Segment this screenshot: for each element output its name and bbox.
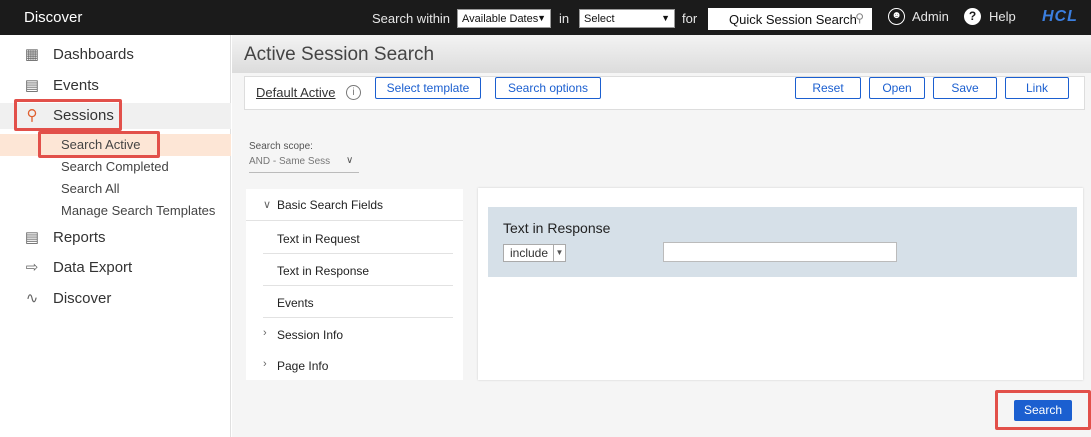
- criteria-value-input[interactable]: [663, 242, 897, 262]
- operator-select[interactable]: include ▼: [503, 244, 566, 262]
- field-events[interactable]: Events: [246, 286, 463, 317]
- sidebar-item-label: Discover: [53, 290, 112, 307]
- chevron-down-icon: ▼: [661, 13, 670, 23]
- sidebar-subitem-manage-templates[interactable]: Manage Search Templates: [0, 200, 231, 222]
- admin-link[interactable]: Admin: [912, 9, 949, 24]
- field-label: Text in Response: [277, 264, 370, 278]
- field-label: Text in Request: [277, 232, 360, 246]
- sidebar: ▦ Dashboards ▤ Events ⚲ Sessions Search …: [0, 35, 231, 437]
- subitem-label: Search All: [61, 181, 120, 196]
- report-icon: ▤: [24, 229, 40, 246]
- search-scope-value: AND - Same Sess: [249, 156, 331, 167]
- search-fields-panel: ∨ Basic Search Fields Text in Request Te…: [246, 189, 463, 380]
- discover-icon: ∿: [25, 290, 39, 307]
- field-group-label: Session Info: [277, 328, 344, 342]
- select-template-button[interactable]: Select template: [375, 77, 481, 99]
- link-button[interactable]: Link: [1005, 77, 1069, 99]
- info-icon[interactable]: i: [346, 85, 361, 100]
- open-button[interactable]: Open: [869, 77, 925, 99]
- in-select-value: Select: [584, 13, 615, 25]
- sidebar-item-label: Reports: [53, 229, 106, 246]
- sessions-highlight: [14, 99, 122, 131]
- dashboard-icon: ▦: [24, 46, 40, 63]
- field-group-page-info[interactable]: › Page Info: [246, 349, 463, 380]
- field-group-label: Basic Search Fields: [277, 198, 384, 212]
- divider: [246, 220, 463, 221]
- field-text-in-request[interactable]: Text in Request: [246, 222, 463, 253]
- field-group-session-info[interactable]: › Session Info: [246, 318, 463, 349]
- sidebar-item-events[interactable]: ▤ Events: [0, 73, 231, 99]
- sidebar-item-label: Data Export: [53, 259, 133, 276]
- quick-session-search-input[interactable]: Quick Session Search ⚲: [708, 8, 872, 30]
- quick-search-text: Quick Session Search: [729, 12, 857, 27]
- chevron-right-icon: ›: [263, 327, 267, 339]
- sidebar-item-reports[interactable]: ▤ Reports: [0, 225, 231, 251]
- sidebar-item-data-export[interactable]: ⇨ Data Export: [0, 255, 231, 281]
- top-bar: Discover Search within Available Dates ▼…: [0, 0, 1091, 35]
- search-toolbar: Default Active i Select template Search …: [244, 76, 1085, 110]
- reset-button[interactable]: Reset: [795, 77, 861, 99]
- field-label: Events: [277, 296, 314, 310]
- chevron-right-icon: ›: [263, 358, 267, 370]
- help-icon[interactable]: ?: [964, 8, 981, 25]
- search-within-value: Available Dates: [462, 13, 539, 25]
- subitem-label: Manage Search Templates: [61, 203, 216, 218]
- criteria-title: Text in Response: [503, 220, 611, 236]
- user-icon[interactable]: ☻: [888, 8, 905, 25]
- chevron-down-icon: ∨: [263, 199, 272, 211]
- field-group-label: Page Info: [277, 359, 329, 373]
- search-button-highlight: [995, 390, 1091, 430]
- sidebar-item-discover[interactable]: ∿ Discover: [0, 286, 231, 312]
- for-label: for: [682, 11, 698, 26]
- help-link[interactable]: Help: [989, 9, 1016, 24]
- search-within-select[interactable]: Available Dates ▼: [457, 9, 551, 28]
- search-icon: ⚲: [855, 11, 864, 25]
- field-text-in-response[interactable]: Text in Response: [246, 254, 463, 285]
- template-name-link[interactable]: Default Active: [256, 85, 336, 100]
- search-options-button[interactable]: Search options: [495, 77, 601, 99]
- chevron-down-icon: ∨: [346, 155, 354, 166]
- field-group-basic[interactable]: ∨ Basic Search Fields: [246, 189, 463, 220]
- page-title: Active Session Search: [244, 44, 435, 65]
- criteria-row: Text in Response include ▼: [488, 207, 1077, 277]
- save-button[interactable]: Save: [933, 77, 997, 99]
- in-select[interactable]: Select ▼: [579, 9, 675, 28]
- search-active-highlight: [38, 131, 160, 158]
- in-label: in: [559, 11, 570, 26]
- search-within-label: Search within: [372, 11, 451, 26]
- sidebar-item-dashboards[interactable]: ▦ Dashboards: [0, 42, 231, 68]
- calendar-icon: ▤: [24, 77, 40, 94]
- operator-value: include: [510, 246, 549, 260]
- chevron-down-icon: ▼: [553, 245, 565, 261]
- page-title-bar: Active Session Search: [232, 35, 1091, 73]
- brand-title[interactable]: Discover: [24, 9, 82, 26]
- hcl-logo: HCL: [1042, 8, 1078, 25]
- sidebar-item-label: Dashboards: [53, 46, 134, 63]
- sidebar-item-label: Events: [53, 77, 99, 94]
- criteria-panel: Text in Response include ▼: [478, 188, 1083, 380]
- sidebar-subitem-search-completed[interactable]: Search Completed: [0, 156, 231, 178]
- sidebar-subitem-search-all[interactable]: Search All: [0, 178, 231, 200]
- search-scope-select[interactable]: AND - Same Sess ∨: [249, 151, 359, 173]
- export-icon: ⇨: [25, 259, 39, 276]
- subitem-label: Search Completed: [61, 159, 169, 174]
- main-content: Active Session Search Default Active i S…: [232, 35, 1091, 437]
- chevron-down-icon: ▼: [537, 13, 546, 23]
